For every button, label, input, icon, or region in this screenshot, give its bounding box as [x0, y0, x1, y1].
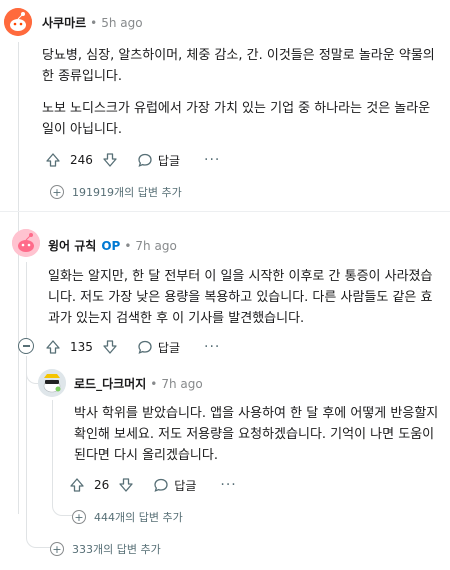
- more-options-icon[interactable]: ···: [220, 478, 236, 492]
- separator-dot: •: [90, 15, 98, 30]
- comment-body: 일화는 알지만, 한 달 전부터 이 일을 시작한 이후로 간 통증이 사라졌습…: [48, 266, 442, 329]
- reply-bubble-icon: [154, 478, 168, 492]
- thread-connector: [52, 500, 72, 516]
- more-options-icon[interactable]: ···: [204, 340, 220, 354]
- comment-actions: 26 답글 ···: [68, 475, 237, 495]
- separator-dot: •: [124, 238, 132, 253]
- reply-bubble-icon: [138, 340, 152, 354]
- author-name[interactable]: 사쿠마르: [42, 14, 86, 31]
- upvote-icon[interactable]: [44, 338, 62, 356]
- downvote-icon[interactable]: [117, 476, 135, 494]
- comment-actions: 246 답글 ···: [44, 150, 220, 170]
- thread-line[interactable]: [52, 400, 53, 504]
- vote-count: 135: [70, 340, 93, 354]
- plus-icon: +: [72, 510, 86, 524]
- reply-label: 답글: [157, 153, 180, 168]
- snoo-avatar-icon: [38, 369, 66, 397]
- author-name[interactable]: 로드_다크머지: [74, 375, 146, 392]
- timestamp[interactable]: 7h ago: [135, 239, 176, 253]
- comment-actions: 135 답글 ···: [44, 337, 220, 357]
- timestamp[interactable]: 7h ago: [161, 377, 202, 391]
- more-replies-label: 191919개의 답변 추가: [72, 186, 182, 199]
- op-badge: OP: [101, 238, 121, 253]
- more-replies-button[interactable]: + 191919개의 답변 추가: [50, 184, 182, 200]
- reply-label: 답글: [174, 478, 197, 493]
- snoo-avatar-icon: [4, 8, 32, 36]
- vote-count: 26: [94, 478, 110, 492]
- avatar[interactable]: [38, 369, 66, 397]
- thread-line[interactable]: [26, 356, 27, 526]
- comment-meta: 사쿠마르 • 5h ago: [42, 14, 143, 31]
- upvote-icon[interactable]: [44, 151, 62, 169]
- timestamp[interactable]: 5h ago: [101, 16, 142, 30]
- thread-line[interactable]: [26, 262, 27, 338]
- avatar[interactable]: [12, 229, 40, 257]
- more-replies-button[interactable]: + 444개의 답변 추가: [72, 509, 183, 525]
- more-replies-label: 333개의 답변 추가: [72, 543, 161, 556]
- more-replies-button[interactable]: + 333개의 답변 추가: [50, 541, 161, 557]
- plus-icon: +: [50, 185, 64, 199]
- plus-icon: +: [50, 542, 64, 556]
- separator-dot: •: [150, 376, 158, 391]
- comment-paragraph: 노보 노디스크가 유럽에서 가장 가치 있는 기업 중 하나라는 것은 놀라운 …: [42, 101, 431, 137]
- avatar[interactable]: [4, 8, 32, 36]
- more-options-icon[interactable]: ···: [204, 153, 220, 167]
- comment-body: 당뇨병, 심장, 알츠하이머, 체중 감소, 간. 이것들은 정말로 놀라운 약…: [42, 45, 442, 140]
- comment-divider: [0, 211, 450, 212]
- author-name[interactable]: 윙어 규칙: [48, 237, 96, 254]
- reply-button[interactable]: 답글: [137, 339, 180, 356]
- downvote-icon[interactable]: [101, 151, 119, 169]
- thread-connector: [26, 526, 50, 548]
- reply-bubble-icon: [138, 153, 152, 167]
- reply-button[interactable]: 답글: [137, 152, 180, 169]
- snoo-avatar-icon: [12, 229, 40, 257]
- reply-label: 답글: [157, 340, 180, 355]
- collapse-icon[interactable]: [18, 338, 34, 354]
- comment-paragraph: 일화는 알지만, 한 달 전부터 이 일을 시작한 이후로 간 통증이 사라졌습…: [48, 269, 433, 326]
- thread-line[interactable]: [18, 42, 19, 514]
- downvote-icon[interactable]: [101, 338, 119, 356]
- comment-paragraph: 당뇨병, 심장, 알츠하이머, 체중 감소, 간. 이것들은 정말로 놀라운 약…: [42, 48, 435, 84]
- more-replies-label: 444개의 답변 추가: [94, 511, 183, 524]
- comment-paragraph: 박사 학위를 받았습니다. 앱을 사용하여 한 달 후에 어떻게 반응할지 확인…: [74, 406, 439, 463]
- comment-meta: 윙어 규칙 OP • 7h ago: [48, 237, 177, 254]
- comment-meta: 로드_다크머지 • 7h ago: [74, 375, 203, 392]
- upvote-icon[interactable]: [68, 476, 86, 494]
- reply-button[interactable]: 답글: [153, 477, 196, 494]
- comment-body: 박사 학위를 받았습니다. 앱을 사용하여 한 달 후에 어떻게 반응할지 확인…: [74, 403, 442, 466]
- vote-count: 246: [70, 153, 93, 167]
